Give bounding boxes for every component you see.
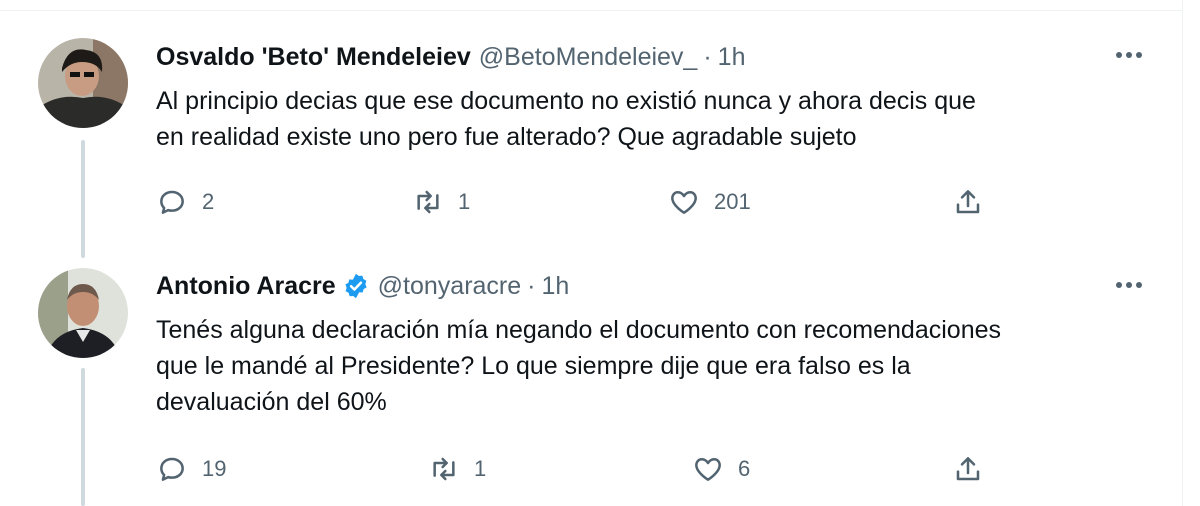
author-handle[interactable]: @BetoMendeleiev_ xyxy=(479,43,698,72)
avatar[interactable] xyxy=(38,38,128,128)
more-icon[interactable] xyxy=(1112,42,1146,68)
tweet-text: Al principio decias que ese documento no… xyxy=(156,83,1156,155)
tweet-text-line: que le mandé al Presidente? Lo que siemp… xyxy=(156,352,911,380)
share-icon xyxy=(956,457,980,481)
retweet-button[interactable]: 1 xyxy=(428,453,486,485)
tweet-header: Osvaldo 'Beto' Mendeleiev @BetoMendeleie… xyxy=(156,40,745,74)
heart-icon xyxy=(695,458,721,481)
author-handle[interactable]: @tonyaracre xyxy=(378,272,522,301)
retweet-button[interactable]: 1 xyxy=(412,186,470,218)
tweet-text-line: Tenés alguna declaración mía negando el … xyxy=(156,316,1002,344)
like-count: 6 xyxy=(738,456,751,481)
tweet[interactable]: Osvaldo 'Beto' Mendeleiev @BetoMendeleie… xyxy=(0,0,1182,250)
author-name[interactable]: Antonio Aracre xyxy=(156,272,336,301)
reply-button[interactable]: 2 xyxy=(156,186,214,218)
avatar[interactable] xyxy=(38,268,128,358)
tweet-text-line: devaluación del 60% xyxy=(156,388,387,416)
retweet-count: 1 xyxy=(458,189,471,214)
tweet-header: Antonio Aracre @tonyaracre · 1h xyxy=(156,269,569,303)
reply-count: 2 xyxy=(202,189,215,214)
tweet-text-line: Al principio decias que ese documento no… xyxy=(156,87,976,115)
separator: · xyxy=(703,42,712,71)
share-button[interactable] xyxy=(952,453,984,485)
verified-badge-icon xyxy=(342,272,370,300)
like-count: 201 xyxy=(714,189,751,214)
reply-button[interactable]: 19 xyxy=(156,453,226,485)
separator: · xyxy=(527,271,536,300)
retweet-icon xyxy=(417,190,439,214)
share-button[interactable] xyxy=(952,186,984,218)
retweet-count: 1 xyxy=(474,456,487,481)
author-name[interactable]: Osvaldo 'Beto' Mendeleiev xyxy=(156,43,471,72)
more-icon[interactable] xyxy=(1112,272,1146,298)
share-icon xyxy=(956,190,980,214)
retweet-icon xyxy=(433,457,455,481)
like-button[interactable]: 6 xyxy=(692,453,750,485)
right-border xyxy=(1182,0,1183,506)
reply-icon xyxy=(160,190,184,214)
tweet-text-line: en realidad existe uno pero fue alterado… xyxy=(156,123,857,151)
timestamp[interactable]: 1h xyxy=(718,43,746,72)
reply-count: 19 xyxy=(202,456,227,481)
heart-icon xyxy=(671,191,697,214)
like-button[interactable]: 201 xyxy=(668,186,751,218)
reply-icon xyxy=(160,457,184,481)
tweet[interactable]: Antonio Aracre @tonyaracre · 1h Tenés al… xyxy=(0,250,1182,506)
tweet-text: Tenés alguna declaración mía negando el … xyxy=(156,312,1156,420)
timestamp[interactable]: 1h xyxy=(541,272,569,301)
